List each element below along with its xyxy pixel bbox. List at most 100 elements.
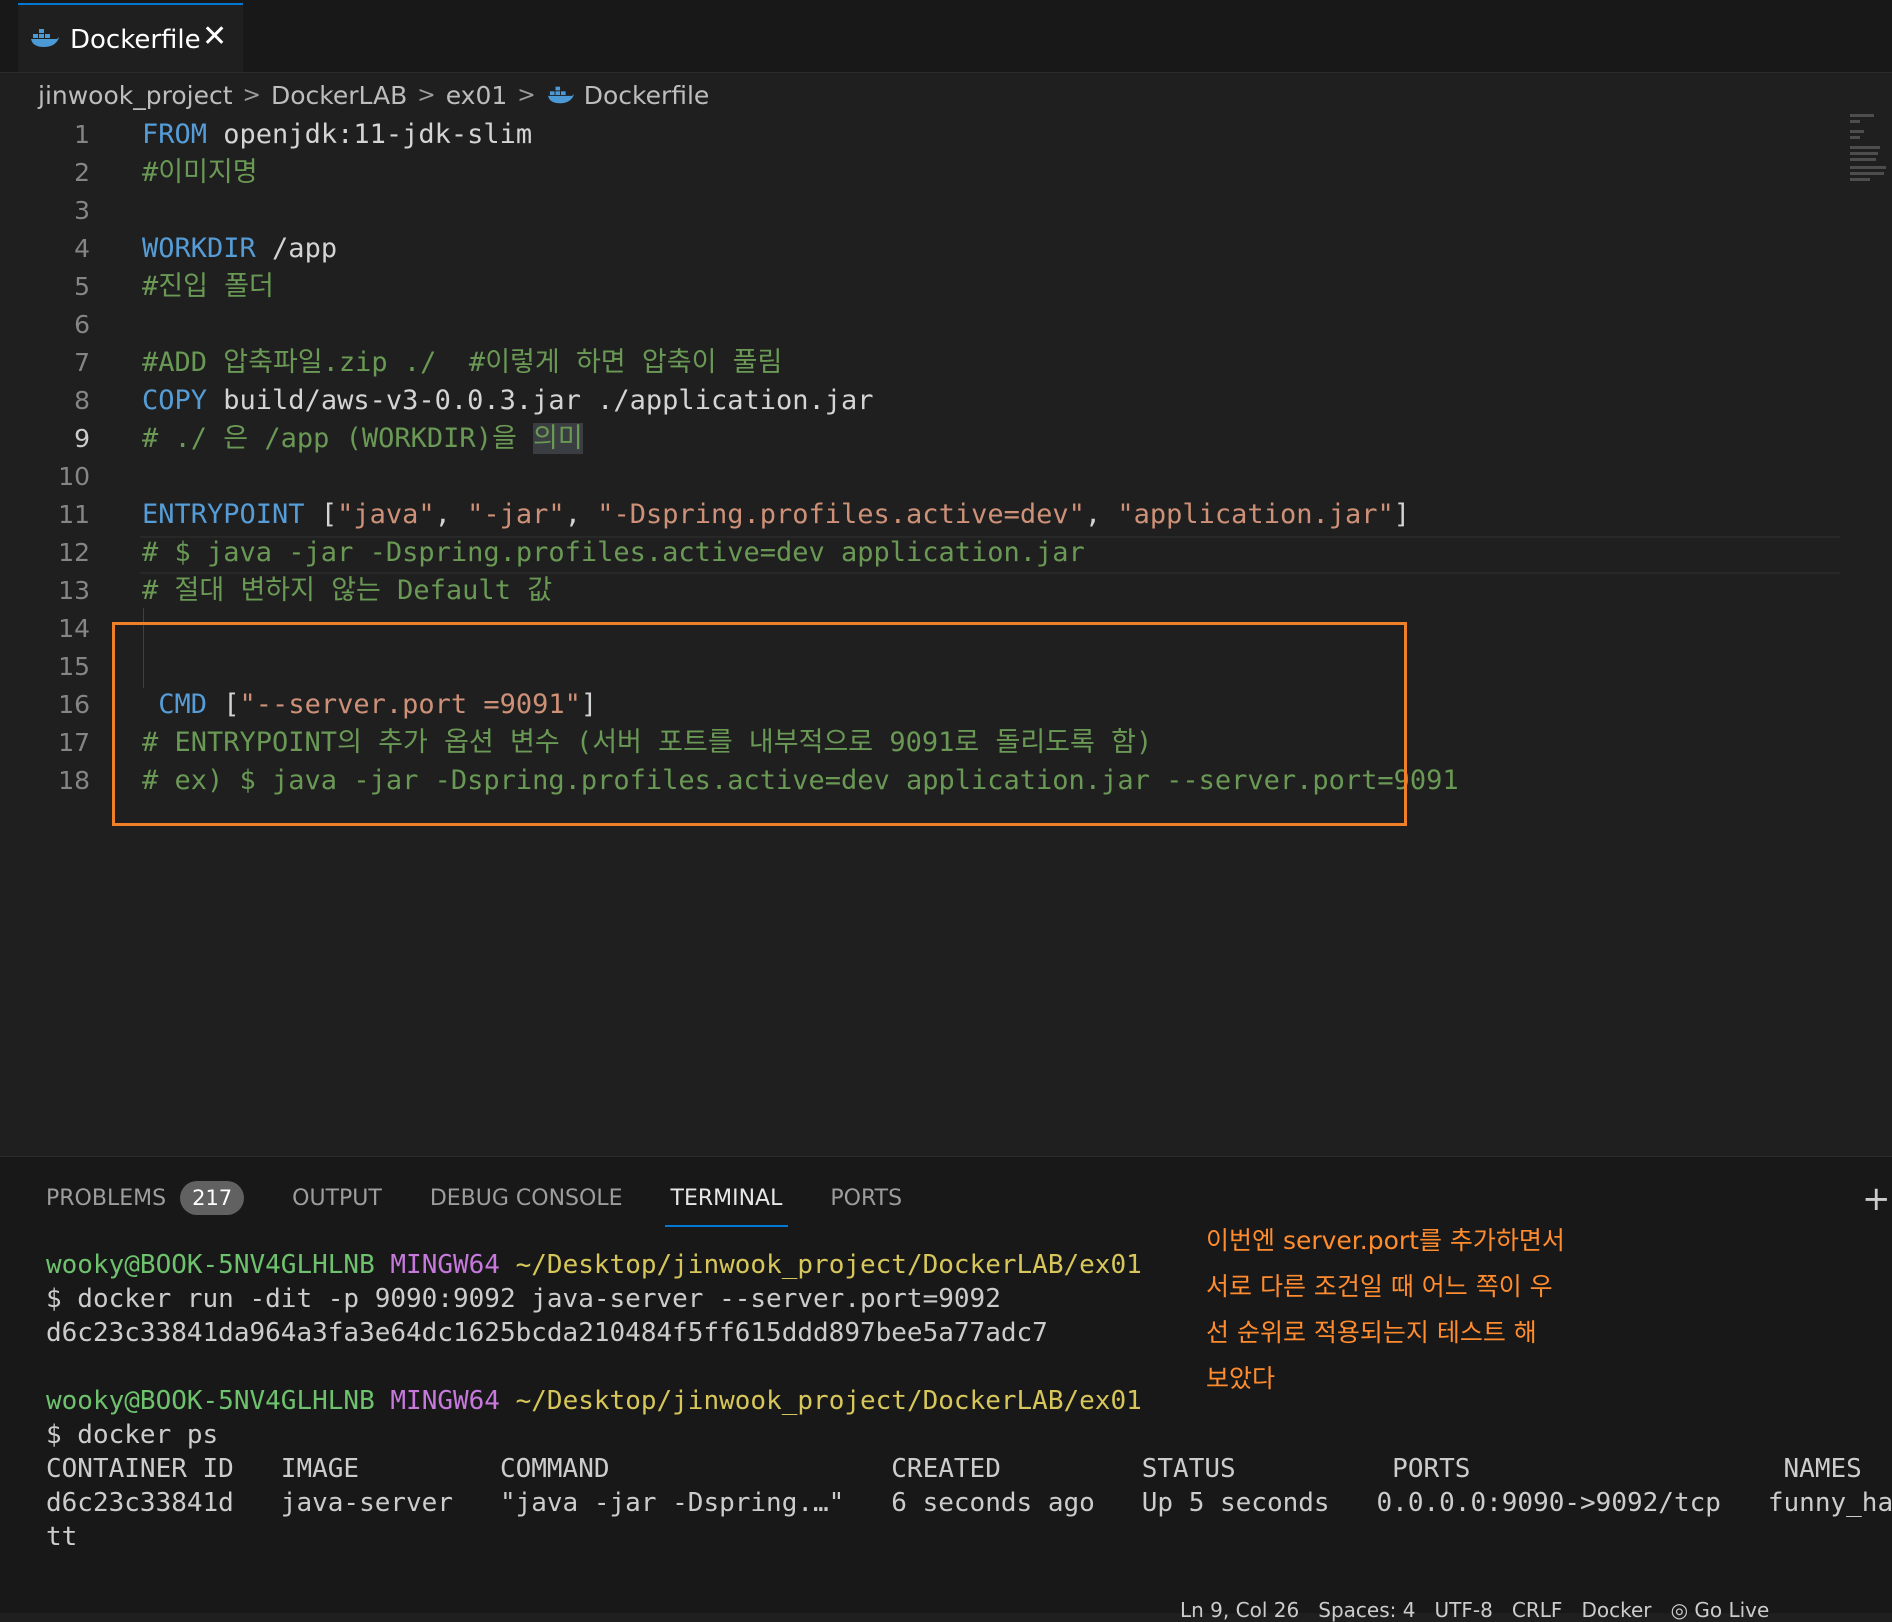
code-text: #이미지명 [142,154,258,192]
line-number: 9 [74,424,90,453]
line-number: 14 [58,614,90,643]
code-line: 8 COPY build/aws-v3-0.0.3.jar ./applicati… [0,382,1892,420]
code-token: "java" [337,499,435,530]
tab-debug-console[interactable]: DEBUG CONSOLE [430,1175,623,1223]
code-token: , [434,499,468,530]
line-number: 12 [58,538,90,567]
note-line: 서로 다른 조건일 때 어느 쪽이 우 [1206,1272,1553,1301]
code-token: COPY [142,385,208,416]
line-number: 18 [58,766,90,795]
problems-count-badge: 217 [180,1181,245,1215]
line-number: 17 [58,728,90,757]
line-number: 7 [74,348,90,377]
close-icon[interactable]: ✕ [202,19,227,54]
code-token: #ADD 압축파일.zip ./ #이렇게 하면 압축이 풀림 [142,347,783,378]
code-line: 1 FROM openjdk:11-jdk-slim [0,116,1892,154]
tab-terminal[interactable]: TERMINAL [664,1175,789,1227]
chevron-right-icon: > [517,82,536,108]
code-token: # $ java -jar -Dspring.profiles.active=d… [142,537,1085,568]
code-text: # ./ 은 /app (WORKDIR)을 의미 [142,420,583,458]
terminal-prompt-line: wooky@BOOK-5NV4GLHLNB MINGW64 ~/Desktop/… [46,1250,1142,1280]
code-token: #진입 폴더 [142,271,274,302]
line-number: 15 [58,652,90,681]
terminal-command-line: $ docker ps [46,1420,219,1450]
chevron-right-icon: > [417,82,436,108]
line-number: 16 [58,690,90,719]
terminal-command-line: $ docker run -dit -p 9090:9092 java-serv… [46,1284,1001,1314]
breadcrumb-ex01[interactable]: ex01 [446,81,508,110]
code-token: FROM [142,119,208,150]
code-token: "-jar" [467,499,565,530]
docker-ps-row: d6c23c33841d java-server "java -jar -Dsp… [46,1488,1892,1518]
code-text: FROM openjdk:11-jdk-slim [142,116,532,154]
code-token: "application.jar" [1117,499,1394,530]
note-line: 선 순위로 적용되는지 테스트 해 [1206,1318,1537,1347]
code-line: 9 # ./ 은 /app (WORKDIR)을 의미 [0,420,1892,458]
code-line: 6 [0,306,1892,344]
code-token: , [564,499,598,530]
tab-problems[interactable]: PROBLEMS 217 [46,1175,245,1223]
docker-icon [31,29,59,47]
code-text: # 절대 변하지 않는 Default 값 [142,572,552,610]
code-token: # 절대 변하지 않는 Default 값 [142,575,553,606]
code-line: 11 ENTRYPOINT ["java", "-jar", "-Dspring.… [0,496,1892,534]
breadcrumb-file[interactable]: Dockerfile [584,81,710,110]
minimap[interactable] [1848,110,1888,190]
code-line: 12 # $ java -jar -Dspring.profiles.active… [0,534,1892,572]
highlight-box-cmd [112,622,1407,826]
tab-dockerfile[interactable]: Dockerfile ✕ [18,3,243,72]
code-token: [ [304,499,338,530]
panel-tabs: PROBLEMS 217 OUTPUT DEBUG CONSOLE TERMINA… [46,1175,950,1227]
code-token: #이미지명 [142,157,258,188]
code-line: 13 # 절대 변하지 않는 Default 값 [0,572,1892,610]
tab-label: Dockerfile [70,25,201,55]
line-number: 11 [58,500,90,529]
note-line: 이번엔 server.port를 추가하면서 [1206,1226,1565,1255]
code-token: ] [1393,499,1410,530]
plus-icon[interactable]: + [1862,1179,1891,1219]
code-text: #ADD 압축파일.zip ./ #이렇게 하면 압축이 풀림 [142,344,782,382]
line-number: 4 [74,234,90,263]
line-number: 2 [74,158,90,187]
note-line: 보았다 [1206,1364,1276,1393]
code-line: 3 [0,192,1892,230]
code-text: # $ java -jar -Dspring.profiles.active=d… [142,534,1085,572]
docker-ps-header: CONTAINER ID IMAGE COMMAND CREATED STATU… [46,1454,1862,1484]
tab-bar: Dockerfile ✕ [0,0,1892,73]
code-text: COPY build/aws-v3-0.0.3.jar ./applicatio… [142,382,874,420]
code-line: 5 #진입 폴더 [0,268,1892,306]
terminal-output-line: d6c23c33841da964a3fa3e64dc1625bcda210484… [46,1318,1048,1348]
code-text: WORKDIR /app [142,230,337,268]
line-number: 10 [58,462,90,491]
status-bar: Ln 9, Col 26 Spaces: 4 UTF-8 CRLF Docker… [1180,1598,1770,1622]
code-token: openjdk:11-jdk-slim [207,119,533,150]
docker-icon [547,86,574,104]
tab-ports[interactable]: PORTS [830,1175,902,1223]
code-token: build/aws-v3-0.0.3.jar ./application.jar [207,385,874,416]
code-token: # ./ 은 /app (WORKDIR)을 [142,423,534,454]
code-token: WORKDIR [142,233,256,264]
terminal-prompt-line: wooky@BOOK-5NV4GLHLNB MINGW64 ~/Desktop/… [46,1386,1142,1416]
docker-ps-row-wrap: tt [46,1522,78,1552]
chevron-right-icon: > [242,82,261,108]
code-line: 10 [0,458,1892,496]
line-number: 8 [74,386,90,415]
tab-output[interactable]: OUTPUT [292,1175,382,1223]
annotation-note: 이번엔 server.port를 추가하면서 서로 다른 조건일 때 어느 쪽이… [1206,1218,1626,1402]
line-number: 1 [74,120,90,149]
code-line: 2 #이미지명 [0,154,1892,192]
line-number: 3 [74,196,90,225]
line-number: 13 [58,576,90,605]
code-token: ENTRYPOINT [142,499,305,530]
line-number: 6 [74,310,90,339]
code-token: "-Dspring.profiles.active=dev" [597,499,1085,530]
breadcrumb: jinwook_project > DockerLAB > ex01 > Doc… [38,76,709,114]
code-token: 의미 [533,423,583,454]
code-token: , [1084,499,1118,530]
code-line: 4 WORKDIR /app [0,230,1892,268]
breadcrumb-project[interactable]: jinwook_project [38,81,233,110]
code-text: ENTRYPOINT ["java", "-jar", "-Dspring.pr… [142,496,1410,534]
breadcrumb-dockerlab[interactable]: DockerLAB [271,81,407,110]
code-line: 7 #ADD 압축파일.zip ./ #이렇게 하면 압축이 풀림 [0,344,1892,382]
line-number: 5 [74,272,90,301]
